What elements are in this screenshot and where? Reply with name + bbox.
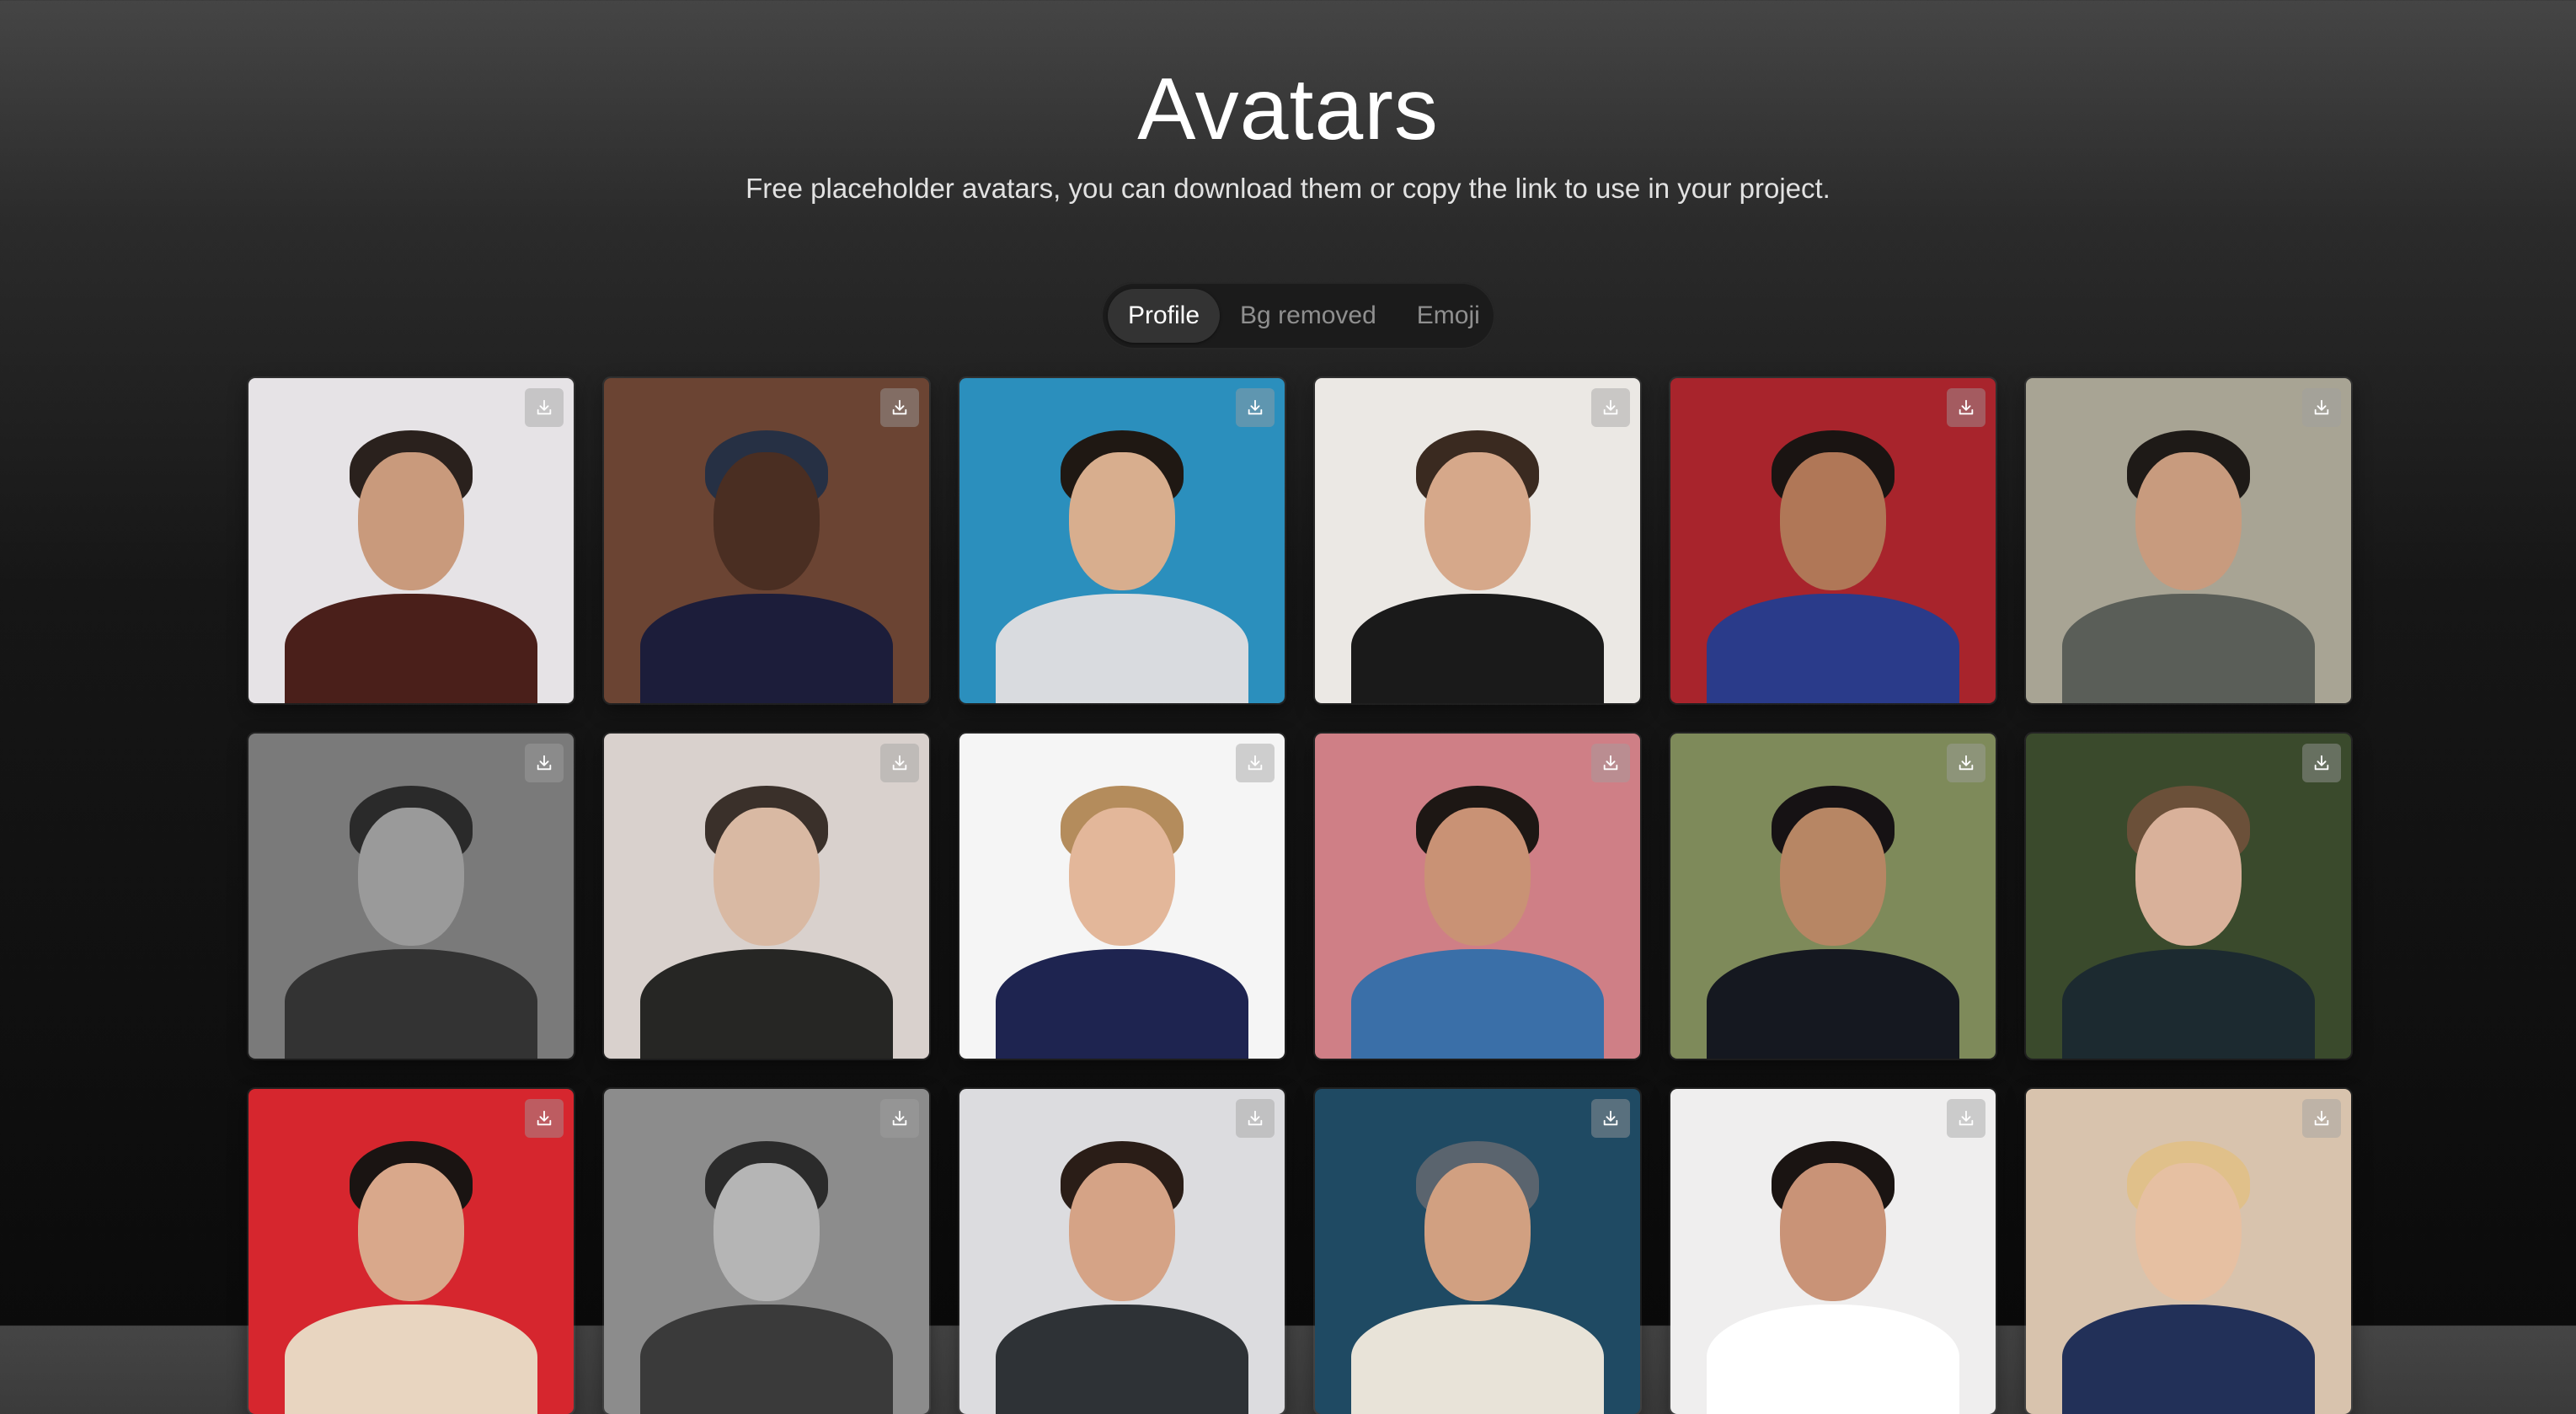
- page-title: Avatars: [1137, 61, 1439, 158]
- avatar-photo: [604, 378, 929, 703]
- download-icon: [1601, 754, 1620, 772]
- avatar-photo: [2026, 378, 2351, 703]
- avatar-card[interactable]: [2026, 378, 2351, 703]
- avatar-photo: [604, 1089, 929, 1414]
- download-button[interactable]: [1591, 744, 1630, 782]
- download-button[interactable]: [2302, 744, 2341, 782]
- avatar-photo: [249, 1089, 574, 1414]
- download-icon: [535, 1109, 553, 1128]
- avatar-card[interactable]: [959, 1089, 1285, 1414]
- avatar-card[interactable]: [2026, 1089, 2351, 1414]
- download-button[interactable]: [525, 1099, 564, 1138]
- download-button[interactable]: [1947, 1099, 1985, 1138]
- avatar-card[interactable]: [1315, 378, 1640, 703]
- download-button[interactable]: [525, 388, 564, 427]
- download-icon: [1246, 754, 1264, 772]
- avatar-card[interactable]: [959, 734, 1285, 1059]
- page-header: Avatars Free placeholder avatars, you ca…: [0, 59, 2576, 207]
- download-icon: [535, 398, 553, 417]
- download-icon: [890, 754, 909, 772]
- avatar-card[interactable]: [1315, 1089, 1640, 1414]
- download-button[interactable]: [1236, 744, 1275, 782]
- avatar-photo: [1670, 734, 1996, 1059]
- download-icon: [1601, 1109, 1620, 1128]
- download-button[interactable]: [1591, 1099, 1630, 1138]
- download-button[interactable]: [2302, 388, 2341, 427]
- avatar-photo: [249, 734, 574, 1059]
- download-button[interactable]: [2302, 1099, 2341, 1138]
- avatar-photo: [959, 734, 1285, 1059]
- avatar-card[interactable]: [2026, 734, 2351, 1059]
- download-button[interactable]: [1947, 388, 1985, 427]
- download-icon: [1246, 1109, 1264, 1128]
- avatar-card[interactable]: [1670, 1089, 1996, 1414]
- download-button[interactable]: [525, 744, 564, 782]
- avatar-photo: [2026, 1089, 2351, 1414]
- download-icon: [890, 398, 909, 417]
- avatar-card[interactable]: [604, 1089, 929, 1414]
- download-icon: [1957, 754, 1975, 772]
- avatar-card[interactable]: [959, 378, 1285, 703]
- avatar-card[interactable]: [249, 378, 574, 703]
- download-icon: [1246, 398, 1264, 417]
- avatar-photo: [959, 1089, 1285, 1414]
- download-icon: [2312, 754, 2331, 772]
- download-button[interactable]: [1947, 744, 1985, 782]
- avatar-photo: [959, 378, 1285, 703]
- download-icon: [2312, 1109, 2331, 1128]
- avatar-photo: [1315, 378, 1640, 703]
- avatar-card[interactable]: [1670, 734, 1996, 1059]
- download-button[interactable]: [880, 744, 919, 782]
- avatar-card[interactable]: [249, 734, 574, 1059]
- page-subtitle: Free placeholder avatars, you can downlo…: [746, 173, 1830, 204]
- avatar-card[interactable]: [1670, 378, 1996, 703]
- avatar-photo: [1315, 1089, 1640, 1414]
- avatar-grid: [249, 378, 2351, 1414]
- avatar-photo: [1670, 1089, 1996, 1414]
- avatar-type-tabs: Profile Bg removed Emoji: [1101, 282, 1495, 349]
- download-button[interactable]: [880, 1099, 919, 1138]
- tab-profile[interactable]: Profile: [1108, 289, 1221, 343]
- download-icon: [1957, 398, 1975, 417]
- avatar-card[interactable]: [604, 734, 929, 1059]
- tab-emoji[interactable]: Emoji: [1397, 289, 1500, 343]
- avatar-card[interactable]: [604, 378, 929, 703]
- avatar-card[interactable]: [249, 1089, 574, 1414]
- download-icon: [890, 1109, 909, 1128]
- download-button[interactable]: [1591, 388, 1630, 427]
- download-icon: [1601, 398, 1620, 417]
- download-button[interactable]: [880, 388, 919, 427]
- tab-bg-removed[interactable]: Bg removed: [1220, 289, 1397, 343]
- avatar-photo: [2026, 734, 2351, 1059]
- download-icon: [1957, 1109, 1975, 1128]
- download-icon: [535, 754, 553, 772]
- download-button[interactable]: [1236, 1099, 1275, 1138]
- download-button[interactable]: [1236, 388, 1275, 427]
- avatar-photo: [604, 734, 929, 1059]
- avatar-photo: [1670, 378, 1996, 703]
- avatar-card[interactable]: [1315, 734, 1640, 1059]
- avatar-photo: [1315, 734, 1640, 1059]
- download-icon: [2312, 398, 2331, 417]
- avatar-photo: [249, 378, 574, 703]
